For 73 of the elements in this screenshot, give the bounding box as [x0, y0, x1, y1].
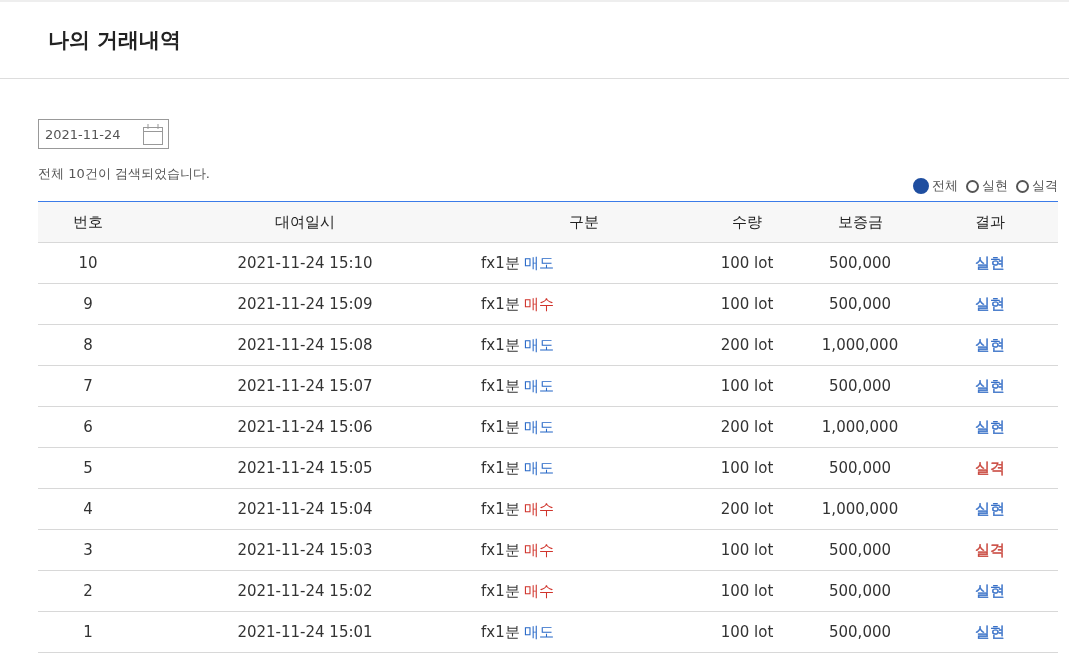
filter-radio[interactable]: 실현: [966, 177, 1008, 195]
table-cell: 실격: [921, 447, 1058, 489]
table-cell: 2021-11-24 15:06: [138, 406, 472, 448]
table-cell: 5: [38, 447, 138, 489]
column-header: 대여일시: [138, 201, 472, 243]
table-cell: 200 lot: [695, 488, 799, 530]
table-cell: 실현: [921, 365, 1058, 407]
table-cell: fx1분 매도: [472, 406, 695, 448]
table-cell: 2021-11-24 15:09: [138, 283, 472, 325]
table-cell: 100 lot: [695, 242, 799, 284]
table-cell: fx1분 매도: [472, 447, 695, 489]
calendar-icon[interactable]: [142, 123, 164, 145]
table-cell: 8: [38, 324, 138, 366]
table-cell: 1: [38, 611, 138, 653]
table-cell: 100 lot: [695, 447, 799, 489]
column-header: 구분: [472, 201, 695, 243]
table-cell: 실격: [921, 529, 1058, 571]
table-cell: 9: [38, 283, 138, 325]
table-cell: 100 lot: [695, 283, 799, 325]
date-field[interactable]: 2021-11-24: [38, 119, 169, 149]
table-cell: 500,000: [799, 611, 921, 653]
table-cell: 실현: [921, 570, 1058, 612]
column-header: 번호: [38, 201, 138, 243]
table-cell: 실현: [921, 283, 1058, 325]
table-cell: 500,000: [799, 447, 921, 489]
table-cell: 실현: [921, 406, 1058, 448]
table-cell: 100 lot: [695, 611, 799, 653]
table-cell: fx1분 매도: [472, 611, 695, 653]
table-cell: fx1분 매수: [472, 488, 695, 530]
column-header: 보증금: [799, 201, 921, 243]
table-cell: fx1분 매도: [472, 242, 695, 284]
table-cell: 2021-11-24 15:07: [138, 365, 472, 407]
table-cell: 2021-11-24 15:05: [138, 447, 472, 489]
table-cell: 2021-11-24 15:01: [138, 611, 472, 653]
table-cell: 500,000: [799, 529, 921, 571]
column-header: 수량: [695, 201, 799, 243]
table-cell: 실현: [921, 611, 1058, 653]
table-cell: 6: [38, 406, 138, 448]
result-count: 전체 10건이 검색되었습니다.: [38, 165, 210, 183]
filter-radio[interactable]: 전체: [913, 177, 958, 195]
table-cell: fx1분 매도: [472, 324, 695, 366]
table-cell: 1,000,000: [799, 406, 921, 448]
table-cell: 2: [38, 570, 138, 612]
table-cell: 실현: [921, 324, 1058, 366]
table-cell: 4: [38, 488, 138, 530]
table-cell: 200 lot: [695, 406, 799, 448]
table-cell: 2021-11-24 15:02: [138, 570, 472, 612]
table-cell: 실현: [921, 242, 1058, 284]
table-cell: 3: [38, 529, 138, 571]
table-cell: 2021-11-24 15:03: [138, 529, 472, 571]
table-cell: fx1분 매수: [472, 570, 695, 612]
table-cell: fx1분 매도: [472, 365, 695, 407]
table-cell: 500,000: [799, 242, 921, 284]
table-cell: 200 lot: [695, 324, 799, 366]
table-cell: 실현: [921, 488, 1058, 530]
table-cell: fx1분 매수: [472, 529, 695, 571]
table-cell: 100 lot: [695, 570, 799, 612]
table-cell: 2021-11-24 15:10: [138, 242, 472, 284]
table-cell: 7: [38, 365, 138, 407]
table-cell: 500,000: [799, 283, 921, 325]
table-cell: 500,000: [799, 570, 921, 612]
table-cell: 2021-11-24 15:04: [138, 488, 472, 530]
table-cell: 2021-11-24 15:08: [138, 324, 472, 366]
filter-radio[interactable]: 실격: [1016, 177, 1058, 195]
column-header: 결과: [921, 201, 1058, 243]
table-cell: 1,000,000: [799, 324, 921, 366]
table-cell: 10: [38, 242, 138, 284]
table-cell: fx1분 매수: [472, 283, 695, 325]
table-cell: 100 lot: [695, 365, 799, 407]
page-title: 나의 거래내역: [48, 27, 182, 54]
table-cell: 500,000: [799, 365, 921, 407]
table-cell: 1,000,000: [799, 488, 921, 530]
table-cell: 100 lot: [695, 529, 799, 571]
